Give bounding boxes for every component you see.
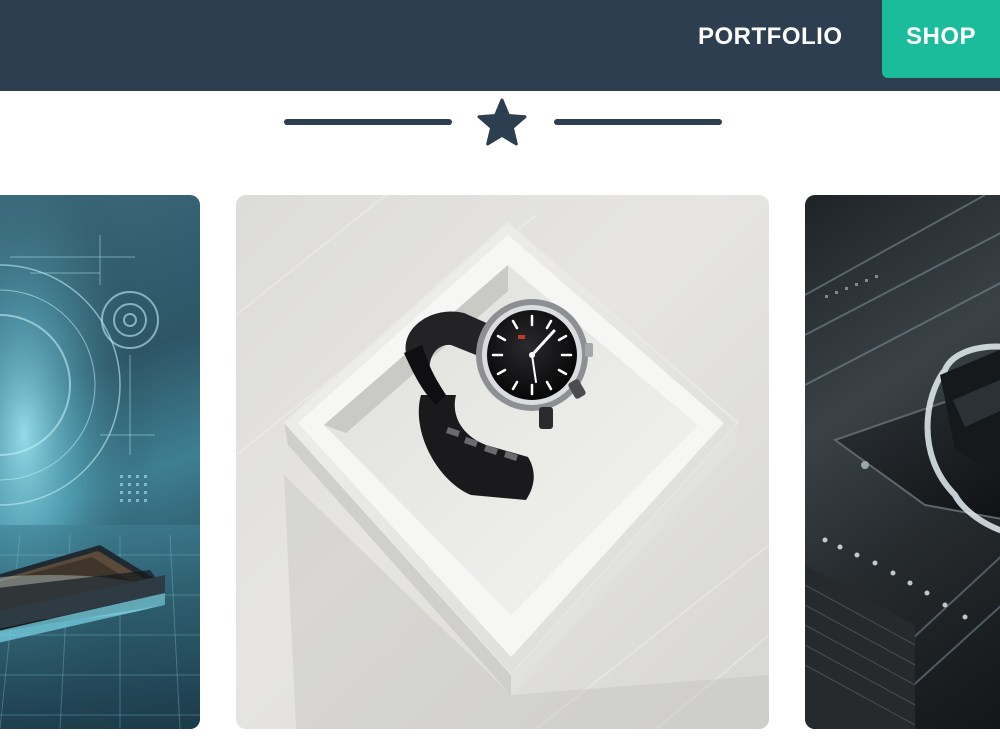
divider-line-right <box>554 119 722 125</box>
wristwatch-in-box-image <box>236 195 769 729</box>
nav-portfolio-link[interactable]: PORTFOLIO <box>698 0 858 78</box>
gallery-item-watch[interactable] <box>236 195 769 729</box>
divider-line-left <box>284 119 452 125</box>
star-icon <box>476 98 528 148</box>
nav-shop-link[interactable]: SHOP <box>882 0 1000 78</box>
star-divider <box>284 98 722 148</box>
top-navbar: PORTFOLIO SHOP <box>0 0 1000 91</box>
tech-device-image <box>805 195 1000 729</box>
tech-laptop-image <box>0 195 200 729</box>
gallery-item-device[interactable] <box>805 195 1000 729</box>
gallery-item-laptop[interactable] <box>0 195 200 729</box>
